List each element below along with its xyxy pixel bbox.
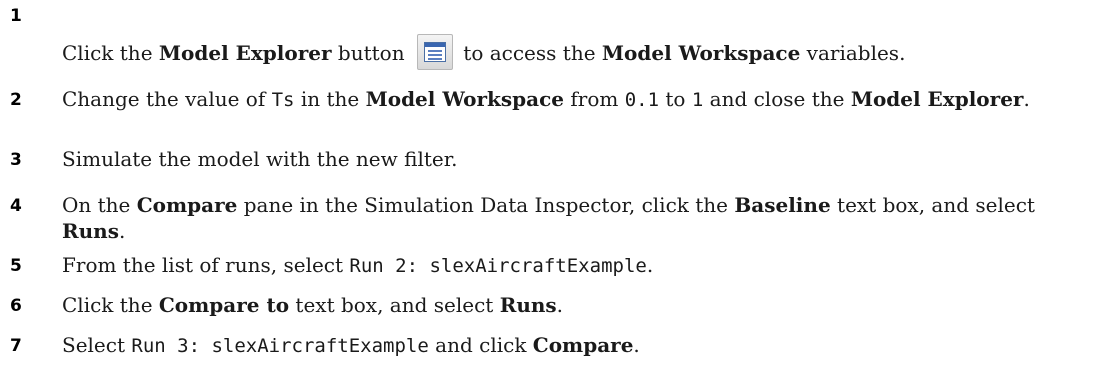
ui-label: Runs: [62, 219, 119, 243]
code-text: Ts: [271, 89, 295, 111]
step-text: On the Compare pane in the Simulation Da…: [62, 193, 1035, 243]
step-number: 4: [10, 196, 22, 216]
code-text: Run 2: slexAircraftExample: [349, 255, 647, 277]
ui-label: Compare to: [158, 293, 290, 317]
step-text: Select Run 3: slexAircraftExample and cl…: [62, 333, 640, 357]
step-number: 2: [10, 90, 22, 110]
step-text: Click the Compare to text box, and selec…: [62, 293, 564, 317]
step-text: Simulate the model with the new filter.: [62, 147, 458, 171]
ui-label: Baseline: [734, 193, 831, 217]
code-text: Run 3: slexAircraftExample: [131, 335, 429, 357]
step-text: From the list of runs, select Run 2: sle…: [62, 253, 654, 277]
ui-label: Model Workspace: [365, 87, 565, 111]
ui-label: Compare: [136, 193, 238, 217]
step-number: 6: [10, 296, 22, 316]
ui-label: Model Workspace: [601, 41, 801, 65]
ui-label: Model Explorer: [158, 41, 332, 65]
ui-label: Compare: [532, 333, 634, 357]
step-number: 3: [10, 150, 22, 170]
step-number: 1: [10, 6, 22, 26]
step-number: 7: [10, 336, 22, 356]
ui-label: Model Explorer: [850, 87, 1024, 111]
step-text: Change the value of Ts in the Model Work…: [62, 87, 1030, 111]
model-explorer-icon[interactable]: [416, 34, 453, 70]
code-text: 0.1: [624, 89, 660, 111]
step-number: 5: [10, 256, 22, 276]
step-text: Click the Model Explorer button to acces…: [62, 34, 1102, 70]
ui-label: Runs: [499, 293, 557, 317]
code-text: 1: [691, 89, 704, 111]
